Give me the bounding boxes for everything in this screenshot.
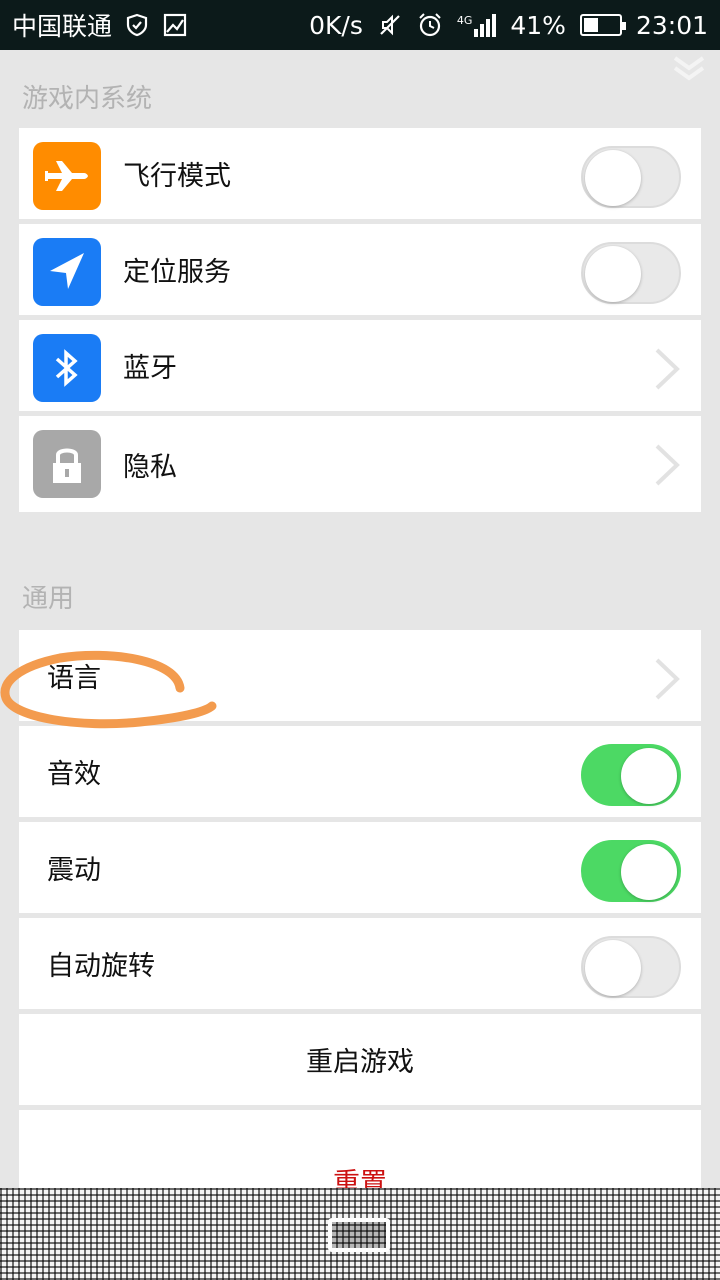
home-button[interactable] (328, 1218, 390, 1252)
row-language[interactable]: 语言 (19, 630, 701, 726)
section-header-general: 通用 (22, 584, 75, 614)
network-speed: 0K/s (309, 10, 363, 40)
airplane-icon (33, 142, 101, 210)
clock: 23:01 (635, 10, 708, 40)
toggle-knob (585, 940, 641, 996)
row-sound-effects[interactable]: 音效 (19, 726, 701, 822)
toggle-knob (585, 246, 641, 302)
image-icon (163, 13, 187, 37)
location-arrow-icon (33, 238, 101, 306)
battery-percent: 41% (510, 10, 566, 40)
alarm-icon (419, 13, 441, 37)
battery-icon (579, 14, 626, 36)
chevron-right-icon (655, 444, 680, 486)
sound-effects-toggle[interactable] (581, 744, 681, 806)
row-label: 隐私 (123, 451, 177, 483)
row-label: 音效 (47, 759, 101, 790)
vibration-toggle[interactable] (581, 840, 681, 902)
bluetooth-icon (33, 334, 101, 402)
toggle-knob (621, 844, 677, 900)
row-label: 飞行模式 (123, 161, 231, 192)
restart-game-label: 重启游戏 (306, 1047, 414, 1078)
auto-rotate-toggle[interactable] (581, 936, 681, 998)
chevron-right-icon (655, 348, 680, 390)
lock-icon (33, 430, 101, 498)
chevron-right-icon (655, 658, 680, 700)
airplane-mode-toggle[interactable] (581, 146, 681, 208)
row-location-service[interactable]: 定位服务 (19, 224, 701, 320)
location-service-toggle[interactable] (581, 242, 681, 304)
vibrate-muted-icon (380, 14, 400, 36)
in-game-system-list: 飞行模式 定位服务 蓝牙 隐私 (19, 128, 701, 512)
signal-icon: 4G (456, 13, 497, 37)
row-airplane-mode[interactable]: 飞行模式 (19, 128, 701, 224)
collapse-chevron-icon[interactable] (672, 52, 706, 82)
restart-game-button[interactable]: 重启游戏 (19, 1014, 701, 1110)
carrier-name: 中国联通 (12, 12, 113, 41)
row-label: 自动旋转 (47, 951, 155, 982)
status-bar: 中国联通 0K/s 4G 41% 23:01 (0, 0, 720, 50)
toggle-knob (585, 150, 641, 206)
row-privacy[interactable]: 隐私 (19, 416, 701, 512)
section-header-in-game-system: 游戏内系统 (22, 84, 153, 114)
general-list: 语言 音效 震动 自动旋转 重启游戏 重置 (19, 630, 701, 1206)
row-auto-rotate[interactable]: 自动旋转 (19, 918, 701, 1014)
row-label: 震动 (47, 855, 101, 886)
toggle-knob (621, 748, 677, 804)
row-label: 定位服务 (123, 257, 231, 288)
row-bluetooth[interactable]: 蓝牙 (19, 320, 701, 416)
row-label: 蓝牙 (123, 353, 177, 384)
row-label: 语言 (47, 663, 101, 694)
row-vibration[interactable]: 震动 (19, 822, 701, 918)
network-type: 4G (456, 13, 473, 27)
shield-icon (126, 13, 148, 37)
